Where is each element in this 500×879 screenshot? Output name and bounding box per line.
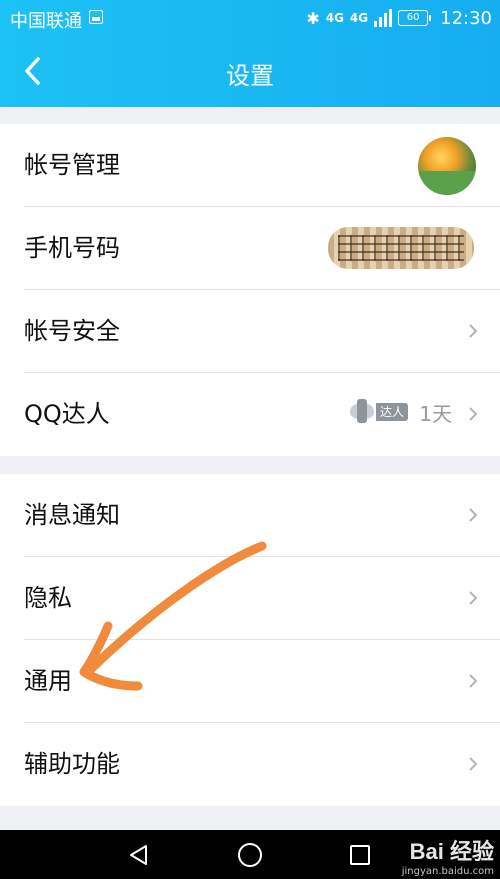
privacy-label: 隐私	[24, 584, 72, 612]
redacted-phone-number	[328, 227, 474, 269]
accessibility-label: 辅助功能	[24, 750, 120, 778]
image-notification-icon	[89, 10, 103, 24]
account-security-row[interactable]: 帐号安全	[0, 290, 500, 373]
account-manage-label: 帐号管理	[24, 151, 120, 179]
status-bar: 中国联通 ✱ 4G 4G 60 12:30	[0, 0, 500, 36]
signal-icon	[374, 9, 393, 27]
chevron-right-icon	[469, 674, 478, 688]
winged-badge-icon	[348, 397, 376, 427]
avatar	[418, 137, 476, 195]
privacy-row[interactable]: 隐私	[0, 557, 500, 640]
battery-icon: 60	[398, 10, 432, 26]
bluetooth-icon: ✱	[306, 8, 320, 28]
nav-home-icon[interactable]	[238, 843, 262, 867]
chevron-right-icon	[469, 324, 478, 338]
qq-expert-badge: 达人	[348, 397, 408, 427]
network-type-2: 4G	[349, 11, 369, 25]
account-settings-group: 帐号管理 手机号码 帐号安全 QQ达人 达人 1天	[0, 124, 500, 456]
general-row[interactable]: 通用	[0, 640, 500, 723]
clock: 12:30	[440, 7, 492, 29]
qq-expert-days: 1天	[419, 402, 452, 426]
account-security-label: 帐号安全	[24, 317, 120, 345]
qq-expert-row[interactable]: QQ达人 达人 1天	[0, 373, 500, 456]
phone-number-row[interactable]: 手机号码	[0, 207, 500, 290]
nav-recent-apps-icon[interactable]	[350, 845, 370, 865]
general-settings-group: 消息通知 隐私 通用 辅助功能	[0, 474, 500, 806]
notifications-row[interactable]: 消息通知	[0, 474, 500, 557]
nav-back-icon[interactable]	[128, 844, 150, 866]
carrier-label: 中国联通	[10, 11, 82, 32]
general-label: 通用	[24, 667, 72, 695]
chevron-right-icon	[469, 591, 478, 605]
chevron-right-icon	[469, 407, 478, 421]
page-title: 设置	[226, 62, 274, 90]
account-manage-row[interactable]: 帐号管理	[0, 124, 500, 207]
chevron-right-icon	[469, 508, 478, 522]
network-type: 4G	[325, 11, 344, 25]
qq-expert-label: QQ达人	[24, 400, 110, 428]
chevron-right-icon	[469, 757, 478, 771]
notifications-label: 消息通知	[24, 501, 120, 529]
qq-expert-badge-text: 达人	[375, 403, 408, 421]
accessibility-row[interactable]: 辅助功能	[0, 723, 500, 806]
baidu-jingyan-watermark: Bai 经验 jingyan.baidu.com	[401, 839, 494, 877]
phone-number-label: 手机号码	[24, 234, 120, 262]
header: 中国联通 ✱ 4G 4G 60 12:30 设置	[0, 0, 500, 107]
